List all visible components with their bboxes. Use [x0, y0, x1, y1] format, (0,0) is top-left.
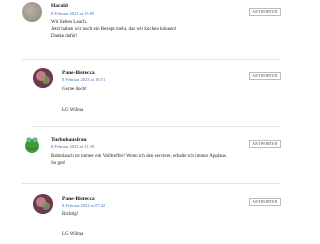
comment-line: Richtig!	[62, 212, 79, 217]
reply-button[interactable]: ANTWORTEN	[249, 8, 282, 16]
comment-line	[62, 218, 83, 231]
avatar[interactable]	[33, 194, 53, 214]
comment-date[interactable]: 8 Februar 2023 at 15:09	[51, 11, 94, 16]
comment-date[interactable]: 8 Februar 2023 at 18:51	[62, 77, 105, 82]
avatar[interactable]	[22, 2, 42, 22]
comment-line: Jetzt haben wir noch ein Rezept mehr, da…	[51, 27, 177, 33]
comment-line: Wir lieben Lauch.	[51, 20, 88, 25]
divider	[22, 59, 280, 60]
comment-line: Rahmlauch ist immer ein Volltreffer! Wen…	[51, 154, 228, 159]
comment-line	[62, 93, 87, 107]
comment-line: Danke dafür!	[51, 34, 78, 40]
divider	[33, 126, 280, 127]
avatar[interactable]	[22, 135, 42, 155]
comment-text: Richtig! LG Wilma	[62, 211, 83, 238]
avatar-image	[22, 135, 42, 155]
comment-date[interactable]: 8 Februar 2023 at 11:39	[51, 144, 94, 149]
avatar-image	[33, 194, 53, 214]
avatar-image	[33, 68, 53, 88]
comment-line: LG Wilma	[62, 232, 84, 238]
comment-text: Rahmlauch ist immer ein Volltreffer! Wen…	[51, 153, 227, 167]
comment-line: LG Wilma	[62, 108, 84, 114]
comment-date[interactable]: 8 Februar 2023 at 07:42	[62, 203, 105, 208]
reply-button[interactable]: ANTWORTEN	[249, 198, 282, 206]
avatar[interactable]	[33, 68, 53, 88]
comment-author[interactable]: Harald	[51, 3, 68, 9]
comment-author[interactable]: Turbohausfrau	[51, 137, 87, 143]
comment-text: Gerne doch! LG Wilma	[62, 86, 87, 114]
comment-line: Gerne doch!	[62, 87, 87, 92]
reply-button[interactable]: ANTWORTEN	[249, 72, 282, 80]
comment-author[interactable]: Pane-Bistecca	[62, 70, 95, 76]
comment-author[interactable]: Pane-Bistecca	[62, 196, 95, 202]
comment-text: Wir lieben Lauch. Jetzt haben wir noch e…	[51, 19, 176, 41]
divider	[22, 183, 280, 184]
comment-line: So gut!	[51, 161, 66, 167]
reply-button[interactable]: ANTWORTEN	[249, 140, 282, 148]
